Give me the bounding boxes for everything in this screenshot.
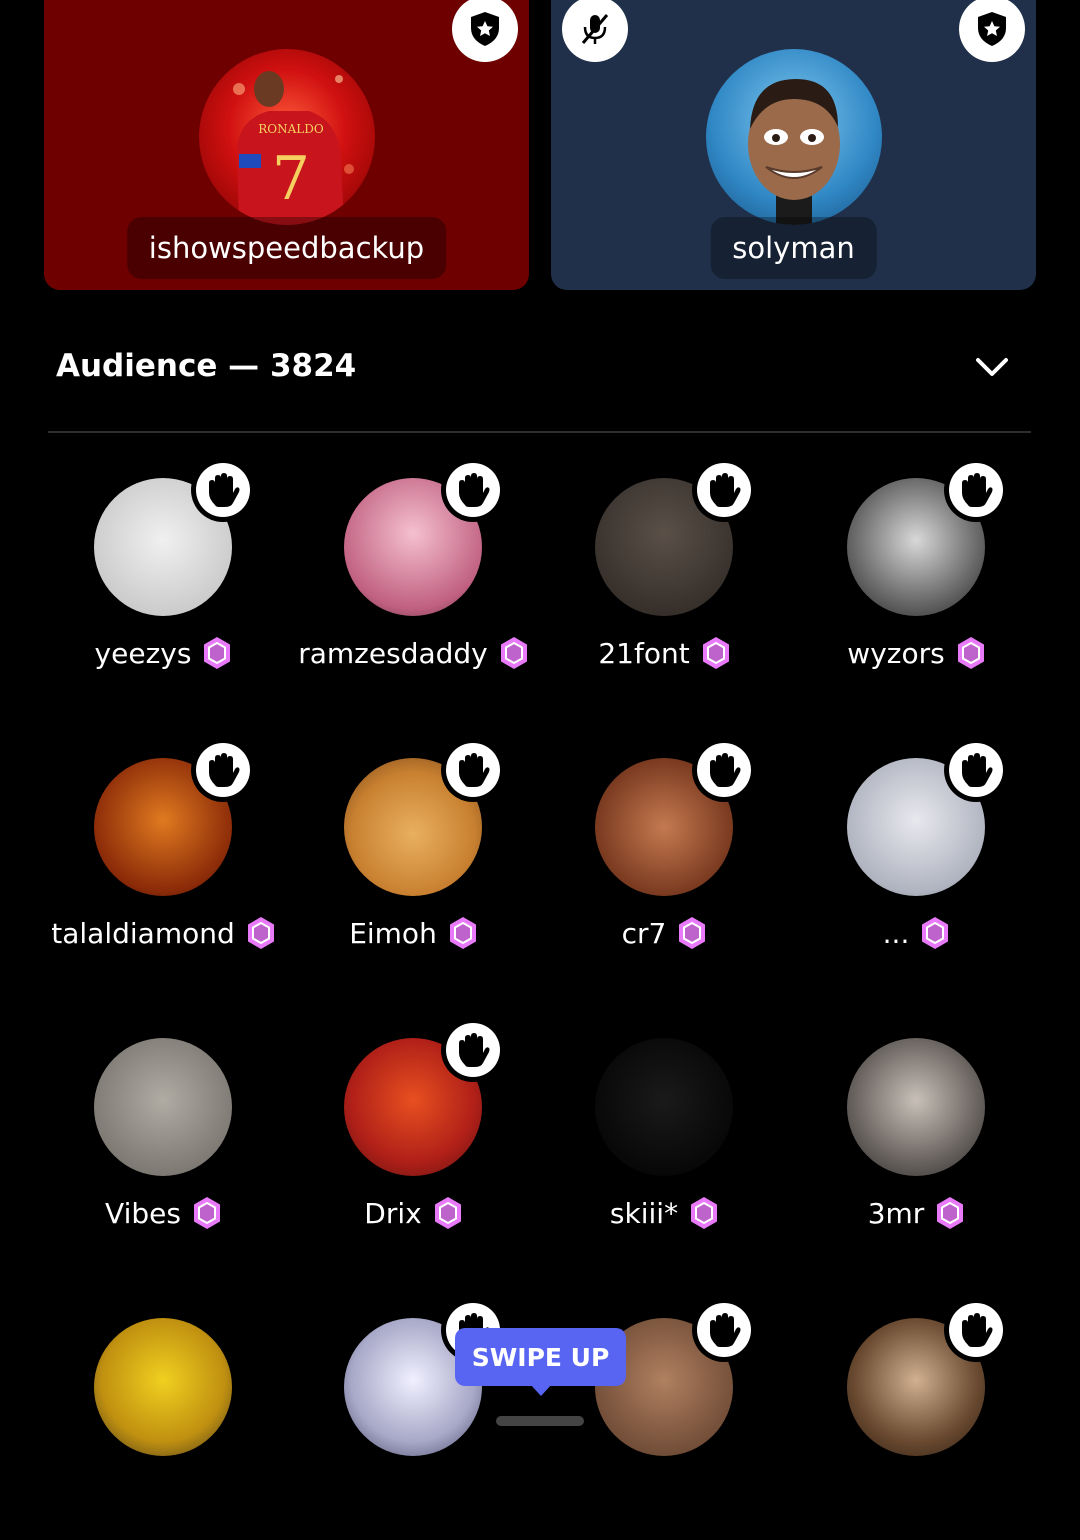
- chevron-down-icon[interactable]: [972, 350, 1012, 386]
- raised-hand-icon: [944, 738, 1008, 802]
- nitro-gem-icon: [957, 636, 985, 670]
- raised-hand-icon: [441, 738, 505, 802]
- member-name: 21font: [598, 636, 690, 670]
- member-name-row: ...: [786, 916, 1046, 950]
- member-name: wyzors: [847, 636, 945, 670]
- raised-hand-icon: [191, 458, 255, 522]
- member-name-row: Vibes: [33, 1196, 293, 1230]
- audience-member[interactable]: 21font: [534, 458, 794, 700]
- tooltip-pointer: [530, 1384, 552, 1396]
- member-name-row: ramzesdaddy: [283, 636, 543, 670]
- member-name: talaldiamond: [51, 916, 235, 950]
- member-name-row: Eimoh: [283, 916, 543, 950]
- member-name-row: cr7: [534, 916, 794, 950]
- nitro-gem-icon: [434, 1196, 462, 1230]
- audience-member[interactable]: ramzesdaddy: [283, 458, 543, 700]
- swipe-up-tooltip[interactable]: SWIPE UP: [455, 1328, 626, 1386]
- nitro-gem-icon: [247, 916, 275, 950]
- member-name: cr7: [621, 916, 667, 950]
- mic-muted-icon: [562, 0, 628, 62]
- nitro-gem-icon: [690, 1196, 718, 1230]
- member-name-row: talaldiamond: [33, 916, 293, 950]
- speaker-card-solyman[interactable]: solyman: [551, 0, 1036, 290]
- svg-text:7: 7: [271, 144, 309, 214]
- audience-member[interactable]: cr7: [534, 738, 794, 980]
- avatar: [595, 1038, 733, 1176]
- audience-member[interactable]: talaldiamond: [33, 738, 293, 980]
- member-name-row: wyzors: [786, 636, 1046, 670]
- audience-member[interactable]: Eimoh: [283, 738, 543, 980]
- member-name: skiii*: [609, 1196, 679, 1230]
- moderator-shield-icon: [452, 0, 518, 62]
- member-name-row: skiii*: [534, 1196, 794, 1230]
- cartoon-avatar: [747, 79, 840, 225]
- raised-hand-icon: [944, 1298, 1008, 1362]
- avatar: [94, 1318, 232, 1456]
- moderator-shield-icon: [959, 0, 1025, 62]
- raised-hand-icon: [692, 738, 756, 802]
- speaker-avatar: [705, 49, 882, 225]
- audience-member[interactable]: Drix: [283, 1018, 543, 1260]
- audience-member[interactable]: yeezys: [33, 458, 293, 700]
- nitro-gem-icon: [936, 1196, 964, 1230]
- avatar: [94, 1038, 232, 1176]
- audience-member[interactable]: 3mr: [786, 1020, 1046, 1260]
- ronaldo-avatar: RONALDO 7: [232, 71, 354, 225]
- member-name: 3mr: [867, 1196, 925, 1230]
- audience-member[interactable]: wyzors: [786, 458, 1046, 700]
- member-name-row: 3mr: [786, 1196, 1046, 1230]
- section-divider: [48, 431, 1031, 433]
- raised-hand-icon: [441, 458, 505, 522]
- nitro-gem-icon: [921, 916, 949, 950]
- member-name-row: Drix: [283, 1196, 543, 1230]
- member-name: Drix: [364, 1196, 422, 1230]
- audience-member[interactable]: [786, 1298, 1046, 1540]
- member-name-row: yeezys: [33, 636, 293, 670]
- nitro-gem-icon: [702, 636, 730, 670]
- raised-hand-icon: [692, 1298, 756, 1362]
- speaker-avatar: RONALDO 7: [198, 49, 375, 225]
- raised-hand-icon: [692, 458, 756, 522]
- member-name: ramzesdaddy: [298, 636, 488, 670]
- raised-hand-icon: [191, 738, 255, 802]
- member-name-row: 21font: [534, 636, 794, 670]
- speaker-name: solyman: [710, 217, 877, 279]
- nitro-gem-icon: [449, 916, 477, 950]
- nitro-gem-icon: [203, 636, 231, 670]
- speaker-name: ishowspeedbackup: [126, 217, 447, 279]
- nitro-gem-icon: [678, 916, 706, 950]
- raised-hand-icon: [441, 1018, 505, 1082]
- avatar: [847, 1038, 985, 1176]
- audience-member[interactable]: [33, 1300, 293, 1540]
- raised-hand-icon: [944, 458, 1008, 522]
- home-indicator: [496, 1416, 584, 1426]
- member-name: Vibes: [105, 1196, 181, 1230]
- audience-member[interactable]: Vibes: [33, 1020, 293, 1260]
- svg-text:RONALDO: RONALDO: [258, 122, 324, 136]
- audience-member[interactable]: skiii*: [534, 1020, 794, 1260]
- nitro-gem-icon: [500, 636, 528, 670]
- member-name: ...: [882, 916, 910, 950]
- member-name: yeezys: [94, 636, 192, 670]
- audience-header: Audience — 3824: [56, 348, 357, 384]
- speaker-card-ishowspeedbackup[interactable]: RONALDO 7 ishowspeedbackup: [44, 0, 529, 290]
- nitro-gem-icon: [193, 1196, 221, 1230]
- audience-member[interactable]: ...: [786, 738, 1046, 980]
- member-name: Eimoh: [349, 916, 437, 950]
